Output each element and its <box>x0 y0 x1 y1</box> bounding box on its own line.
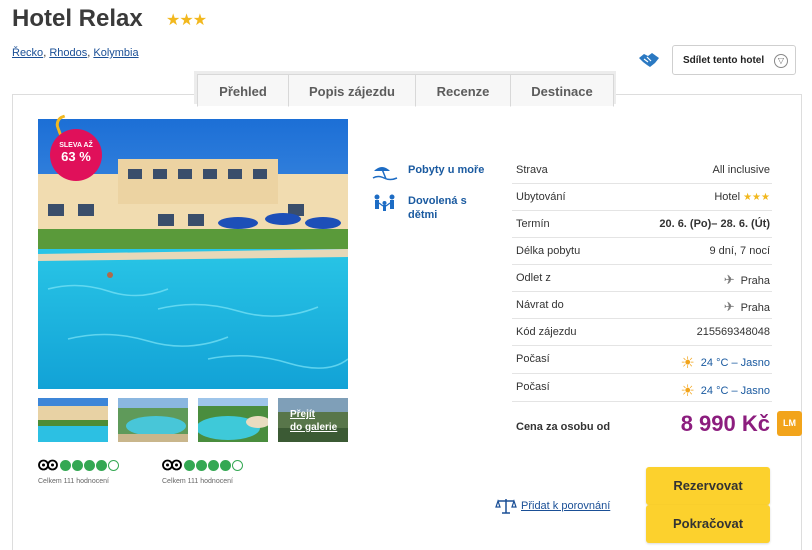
gallery-thumbnail[interactable] <box>118 398 188 442</box>
gallery-thumbnail[interactable] <box>198 398 268 442</box>
detail-value: All inclusive <box>712 164 770 176</box>
gallery-thumbnail[interactable] <box>38 398 108 442</box>
airplane-icon: ✈ <box>723 299 735 314</box>
rating-bubble-full <box>84 460 95 471</box>
weather-value: 24 °C – Jasno <box>700 357 770 369</box>
trip-details-table: Strava All inclusive Ubytování Hotel ★★★… <box>512 157 772 440</box>
chevron-down-icon: ▽ <box>774 54 788 68</box>
detail-row-return: Návrat do ✈ Praha <box>512 292 772 319</box>
rating-bubble-full <box>96 460 107 471</box>
tripadvisor-owl-icon <box>162 459 182 471</box>
detail-row-term: Termín 20. 6. (Po)– 28. 6. (Út) <box>512 211 772 238</box>
rating-bubble-full <box>184 460 195 471</box>
detail-key: Kód zájezdu <box>516 326 577 338</box>
reserve-button[interactable]: Rezervovat <box>646 467 770 505</box>
rating-bubble-full <box>208 460 219 471</box>
gallery-label-line2: do galerie <box>290 422 338 433</box>
discount-badge: SLEVA AŽ 63 % <box>50 129 102 181</box>
rating-bubbles <box>60 460 119 471</box>
detail-key: Ubytování <box>516 191 566 203</box>
rating-count: Celkem 111 hodnocení <box>162 478 233 485</box>
detail-key: Odlet z <box>516 272 551 284</box>
breadcrumb-region[interactable]: Rhodos <box>49 47 87 59</box>
detail-value: ✈ Praha <box>724 299 770 315</box>
family-icon <box>374 194 395 211</box>
share-label: Sdílet tento hotel <box>683 55 765 66</box>
detail-key: Počasí <box>516 381 550 393</box>
detail-row-departure: Odlet z ✈ Praha <box>512 265 772 292</box>
detail-row-board: Strava All inclusive <box>512 157 772 184</box>
price-row: Cena za osobu od 8 990 Kč <box>512 402 772 440</box>
breadcrumb-country[interactable]: Řecko <box>12 47 43 59</box>
detail-value: 9 dní, 7 nocí <box>709 245 770 257</box>
detail-row-accommodation: Ubytování Hotel ★★★ <box>512 184 772 211</box>
scales-icon <box>495 499 517 514</box>
detail-row-code: Kód zájezdu 215569348048 <box>512 319 772 346</box>
accommodation-type: Hotel <box>714 191 741 203</box>
breadcrumb-sep: , <box>87 47 91 59</box>
weather-value: 24 °C – Jasno <box>700 385 770 397</box>
sun-icon: ☀ <box>680 383 695 400</box>
accommodation-stars: ★★★ <box>743 192 770 203</box>
detail-row-weather: Počasí ☀ 24 °C – Jasno <box>512 374 772 402</box>
breadcrumb-sep: , <box>43 47 47 59</box>
price-label: Cena za osobu od <box>516 421 611 433</box>
detail-key: Návrat do <box>516 299 564 311</box>
detail-row-length: Délka pobytu 9 dní, 7 nocí <box>512 238 772 265</box>
share-hotel-button[interactable]: Sdílet tento hotel ▽ <box>672 45 796 75</box>
tab-description[interactable]: Popis zájezdu <box>288 74 416 107</box>
feature-beach[interactable]: Pobyty u moře <box>372 163 484 181</box>
rating-bubble-full <box>60 460 71 471</box>
return-city: Praha <box>740 302 770 314</box>
departure-city: Praha <box>740 275 770 287</box>
detail-value: ☀ 24 °C – Jasno <box>680 381 770 401</box>
tab-bar: Přehled Popis zájezdu Recenze Destinace <box>194 71 616 107</box>
rating-bubble-empty <box>232 460 243 471</box>
discount-badge-value: 63 % <box>61 149 91 164</box>
last-minute-tag: LM <box>777 411 802 436</box>
tab-destination[interactable]: Destinace <box>510 74 614 107</box>
gallery-label: Přejít do galerie <box>290 408 337 434</box>
sun-icon: ☀ <box>680 355 695 372</box>
rating-bubble-full <box>72 460 83 471</box>
beach-umbrella-icon <box>372 167 398 181</box>
rating-bubbles <box>184 460 243 471</box>
gallery-label-line1: Přejít <box>290 409 316 420</box>
detail-value: 20. 6. (Po)– 28. 6. (Út) <box>659 218 770 230</box>
compare-label: Přidat k porovnání <box>521 500 611 512</box>
tab-reviews[interactable]: Recenze <box>415 74 511 107</box>
hotel-stars: ★★★ <box>166 12 207 29</box>
detail-key: Termín <box>516 218 550 230</box>
detail-key: Strava <box>516 164 548 176</box>
rating-count: Celkem 111 hodnocení <box>38 478 109 485</box>
detail-value: Hotel ★★★ <box>714 191 770 203</box>
go-to-gallery-link[interactable]: Přejít do galerie <box>278 398 348 442</box>
rating-bubble-full <box>196 460 207 471</box>
continue-button[interactable]: Pokračovat <box>646 505 770 543</box>
rating-bubble-full <box>220 460 231 471</box>
hotel-title: Hotel Relax <box>12 5 143 32</box>
airplane-icon: ✈ <box>723 272 735 287</box>
tab-overview[interactable]: Přehled <box>197 74 289 107</box>
handshake-icon[interactable] <box>638 51 660 69</box>
detail-key: Délka pobytu <box>516 245 581 257</box>
detail-value: ✈ Praha <box>724 272 770 288</box>
detail-value: ☀ 24 °C – Jasno <box>680 353 770 373</box>
detail-key: Počasí <box>516 353 550 365</box>
breadcrumb-resort[interactable]: Kolymbia <box>93 47 138 59</box>
discount-badge-prefix: SLEVA AŽ <box>59 142 93 149</box>
price-value: 8 990 Kč <box>680 411 770 436</box>
tripadvisor-owl-icon <box>38 459 58 471</box>
breadcrumb: Řecko, Rhodos, Kolymbia <box>12 47 139 59</box>
rating-bubble-empty <box>108 460 119 471</box>
detail-value: 215569348048 <box>696 326 770 338</box>
feature-label: Dovolená s dětmi <box>408 195 467 221</box>
feature-family[interactable]: Dovolená s dětmi <box>372 194 467 221</box>
feature-label: Pobyty u moře <box>408 164 485 176</box>
detail-row-weather: Počasí ☀ 24 °C – Jasno <box>512 346 772 374</box>
